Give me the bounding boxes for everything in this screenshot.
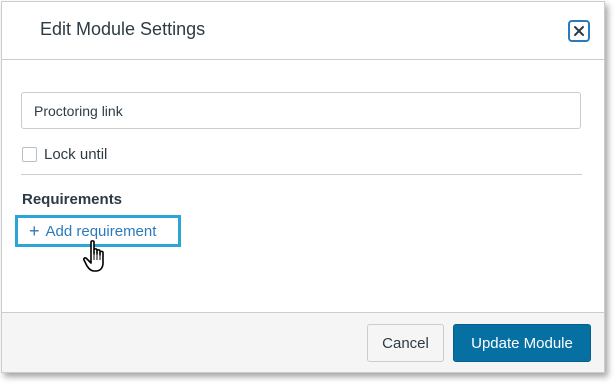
lock-until-checkbox[interactable] bbox=[22, 146, 37, 162]
dialog-header: Edit Module Settings bbox=[2, 2, 604, 60]
cancel-button[interactable]: Cancel bbox=[367, 324, 444, 362]
close-button[interactable] bbox=[568, 20, 590, 42]
dialog-title: Edit Module Settings bbox=[40, 19, 206, 39]
close-icon bbox=[574, 26, 584, 36]
lock-until-label: Lock until bbox=[44, 145, 108, 163]
add-requirement-label: Add requirement bbox=[45, 222, 157, 240]
update-module-button[interactable]: Update Module bbox=[453, 324, 591, 362]
edit-module-settings-dialog: Edit Module Settings Lock until Requirem… bbox=[1, 1, 605, 373]
hand-cursor-icon bbox=[82, 240, 104, 272]
requirements-heading: Requirements bbox=[22, 191, 123, 208]
section-divider bbox=[21, 174, 582, 175]
dialog-footer: Cancel Update Module bbox=[2, 312, 604, 372]
module-name-input[interactable] bbox=[21, 92, 581, 129]
plus-icon: + bbox=[29, 221, 40, 241]
lock-until-option[interactable]: Lock until bbox=[22, 144, 107, 164]
